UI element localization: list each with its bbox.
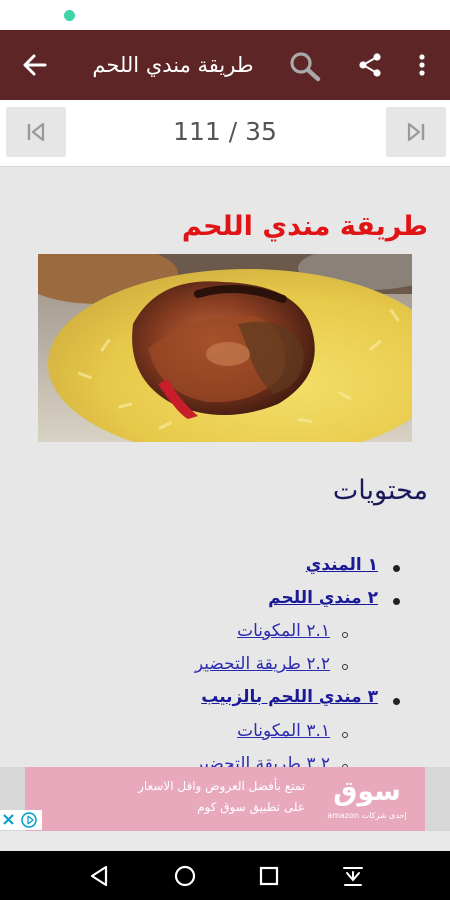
article-title: طريقة مندي اللحم (181, 211, 428, 242)
ad-brand-sub: إحدى شركات amazon (327, 811, 407, 820)
nav-recents-icon[interactable] (256, 863, 282, 889)
first-page-button[interactable] (6, 107, 66, 157)
app-bar: طريقة مندي اللحم (0, 30, 450, 100)
app-title: طريقة مندي اللحم (92, 53, 254, 77)
toc-item[interactable]: ١ المندي (306, 555, 378, 575)
toc-item[interactable]: ٣.١ المكونات (237, 721, 330, 741)
share-icon[interactable] (356, 51, 384, 79)
adchoices-icon[interactable] (21, 812, 37, 828)
notification-dot-icon (64, 10, 75, 21)
toc-item[interactable]: ٢ مندي اللحم (268, 588, 378, 608)
toc-item[interactable]: ٢.٢ طريقة التحضير (195, 654, 330, 674)
more-vert-icon[interactable] (415, 50, 429, 80)
search-icon[interactable] (288, 50, 322, 82)
ad-brand-logo: سوق (333, 776, 401, 807)
ad-controls (0, 810, 42, 830)
toc-bullet (393, 565, 400, 572)
toc-bullet (393, 698, 400, 705)
article-content[interactable]: طريقة مندي اللحم محتويات ١ المندي ٢ مندي… (0, 167, 450, 767)
toc-item[interactable]: ٢.١ المكونات (237, 621, 330, 641)
toc-bullet (393, 598, 400, 605)
skip-first-icon (27, 122, 45, 142)
status-bar (0, 0, 450, 30)
arrow-left-icon[interactable] (20, 50, 50, 80)
toc-ring-bullet (342, 664, 348, 670)
toc-ring-bullet (342, 632, 348, 638)
nav-download-icon[interactable] (340, 863, 366, 889)
toc-item[interactable]: ٣ مندي اللحم بالزبيب (201, 687, 378, 707)
ad-creative[interactable]: سوق إحدى شركات amazon تمتع بأفضل العروض … (25, 767, 425, 831)
page-counter: 111 / 35 (173, 117, 277, 146)
ad-banner[interactable]: سوق إحدى شركات amazon تمتع بأفضل العروض … (0, 767, 450, 831)
nav-back-icon[interactable] (86, 863, 112, 889)
ad-text-line1: تمتع بأفضل العروض واقل الاسعار (138, 779, 305, 793)
page-navigator: 111 / 35 (0, 100, 450, 167)
toc-ring-bullet (342, 732, 348, 738)
close-icon[interactable] (3, 814, 14, 825)
ad-text-line2: على تطبيق سوق كوم (197, 800, 305, 814)
last-page-button[interactable] (386, 107, 446, 157)
toc-item[interactable]: ٣.٢ طريقة التحضير (195, 754, 330, 767)
mandi-meat-photo (38, 254, 412, 442)
nav-home-icon[interactable] (172, 863, 198, 889)
system-nav-bar (0, 851, 450, 900)
toc-heading: محتويات (332, 475, 428, 506)
skip-last-icon (407, 122, 425, 142)
